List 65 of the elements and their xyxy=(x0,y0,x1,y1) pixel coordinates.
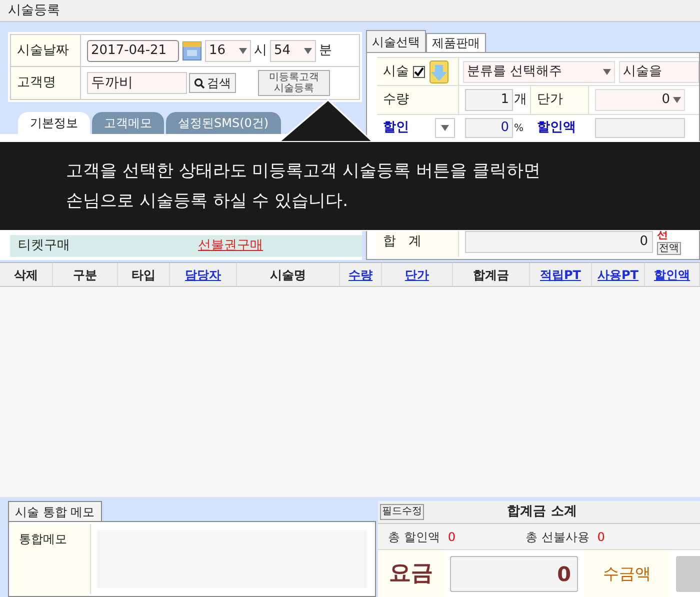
search-icon xyxy=(194,78,205,88)
column-header[interactable]: 사용PT xyxy=(598,266,638,284)
discount-amount-field[interactable] xyxy=(595,118,685,138)
unregistered-service-button[interactable]: 미등록고객 시술등록 xyxy=(258,70,330,96)
column-header: 합계금 xyxy=(473,266,509,284)
unit-label: 시 xyxy=(254,42,267,60)
column-header[interactable]: 단가 xyxy=(405,266,429,284)
category-dropdown[interactable]: 분류를 선택해주 xyxy=(463,60,615,82)
customer-name-field[interactable]: 두까비 xyxy=(87,72,187,94)
column-header[interactable]: 적립PT xyxy=(540,266,581,284)
discount-field[interactable]: 0 xyxy=(465,118,513,138)
field-label: 할인 xyxy=(383,119,409,138)
field-label: 할인액 xyxy=(536,119,577,137)
field-label: 수량 xyxy=(377,86,459,114)
column-header: 시술명 xyxy=(270,266,306,284)
minute-dropdown[interactable]: 54 xyxy=(270,40,316,62)
tab[interactable]: 시술선택 xyxy=(366,30,426,52)
hour-dropdown[interactable]: 16 xyxy=(205,40,251,62)
field-label: 총 선불사용 xyxy=(525,528,590,546)
caret-icon xyxy=(673,97,681,103)
column-header: 삭제 xyxy=(14,266,38,284)
field-value: 0 xyxy=(597,528,605,546)
section-title: 합계금 소계 xyxy=(507,503,577,522)
tooltip-text: 손님으로 시술등록 하실 수 있습니다. xyxy=(66,190,348,212)
caret-icon xyxy=(304,48,312,54)
tab[interactable]: 제품판매 xyxy=(426,33,486,52)
field-label: 시술 xyxy=(383,62,409,81)
field-value: 0 xyxy=(448,528,456,546)
field-label: 티켓구매 xyxy=(18,237,71,256)
column-header: 구분 xyxy=(73,266,97,284)
received-label: 수금액 xyxy=(584,550,670,597)
total-field[interactable]: 0 xyxy=(465,231,653,253)
date-field[interactable]: 2017-04-21 xyxy=(87,40,179,62)
received-amount-field[interactable] xyxy=(676,556,700,592)
service-dropdown[interactable]: 시술을 xyxy=(619,60,699,82)
field-label: 시술날짜 xyxy=(11,35,81,66)
tab[interactable]: 시술 통합 메모 xyxy=(8,501,102,521)
edit-fields-button[interactable]: 필드수정 xyxy=(380,504,424,520)
unit-label: 개 xyxy=(514,91,527,110)
quantity-field[interactable]: 1 xyxy=(465,89,513,111)
prepaid-ticket-link[interactable]: 선불권구매 xyxy=(198,236,263,256)
column-header: 타입 xyxy=(132,266,156,284)
price-dropdown[interactable]: 0 xyxy=(595,89,685,111)
caret-icon xyxy=(239,48,247,54)
column-header[interactable]: 담당자 xyxy=(185,266,221,284)
tooltip-text: 고객을 선택한 상태라도 미등록고객 시술등록 버튼을 클릭하면 xyxy=(66,160,540,182)
window-title: 시술등록 xyxy=(8,2,60,20)
discount-dropdown[interactable] xyxy=(435,118,455,138)
field-label: 총 할인액 xyxy=(388,528,440,546)
calendar-icon[interactable] xyxy=(182,40,202,60)
caret-icon xyxy=(603,68,611,74)
field-label: 통합메모 xyxy=(11,524,91,594)
column-header[interactable]: 할인액 xyxy=(654,266,690,284)
tab[interactable]: 기본정보 xyxy=(18,112,90,134)
checkbox[interactable] xyxy=(413,66,425,78)
search-button[interactable]: 검색 xyxy=(189,73,236,93)
column-header[interactable]: 수량 xyxy=(348,266,372,284)
fee-label: 요금 xyxy=(378,550,444,597)
unit-label: 분 xyxy=(319,42,332,60)
fee-field[interactable]: 0 xyxy=(450,556,578,592)
caret-icon xyxy=(441,125,449,131)
unit-label: % xyxy=(514,122,524,136)
field-label: 고객명 xyxy=(11,67,81,99)
field-label: 단가 xyxy=(531,86,589,114)
full-amount-button[interactable]: 전액 xyxy=(657,242,681,255)
